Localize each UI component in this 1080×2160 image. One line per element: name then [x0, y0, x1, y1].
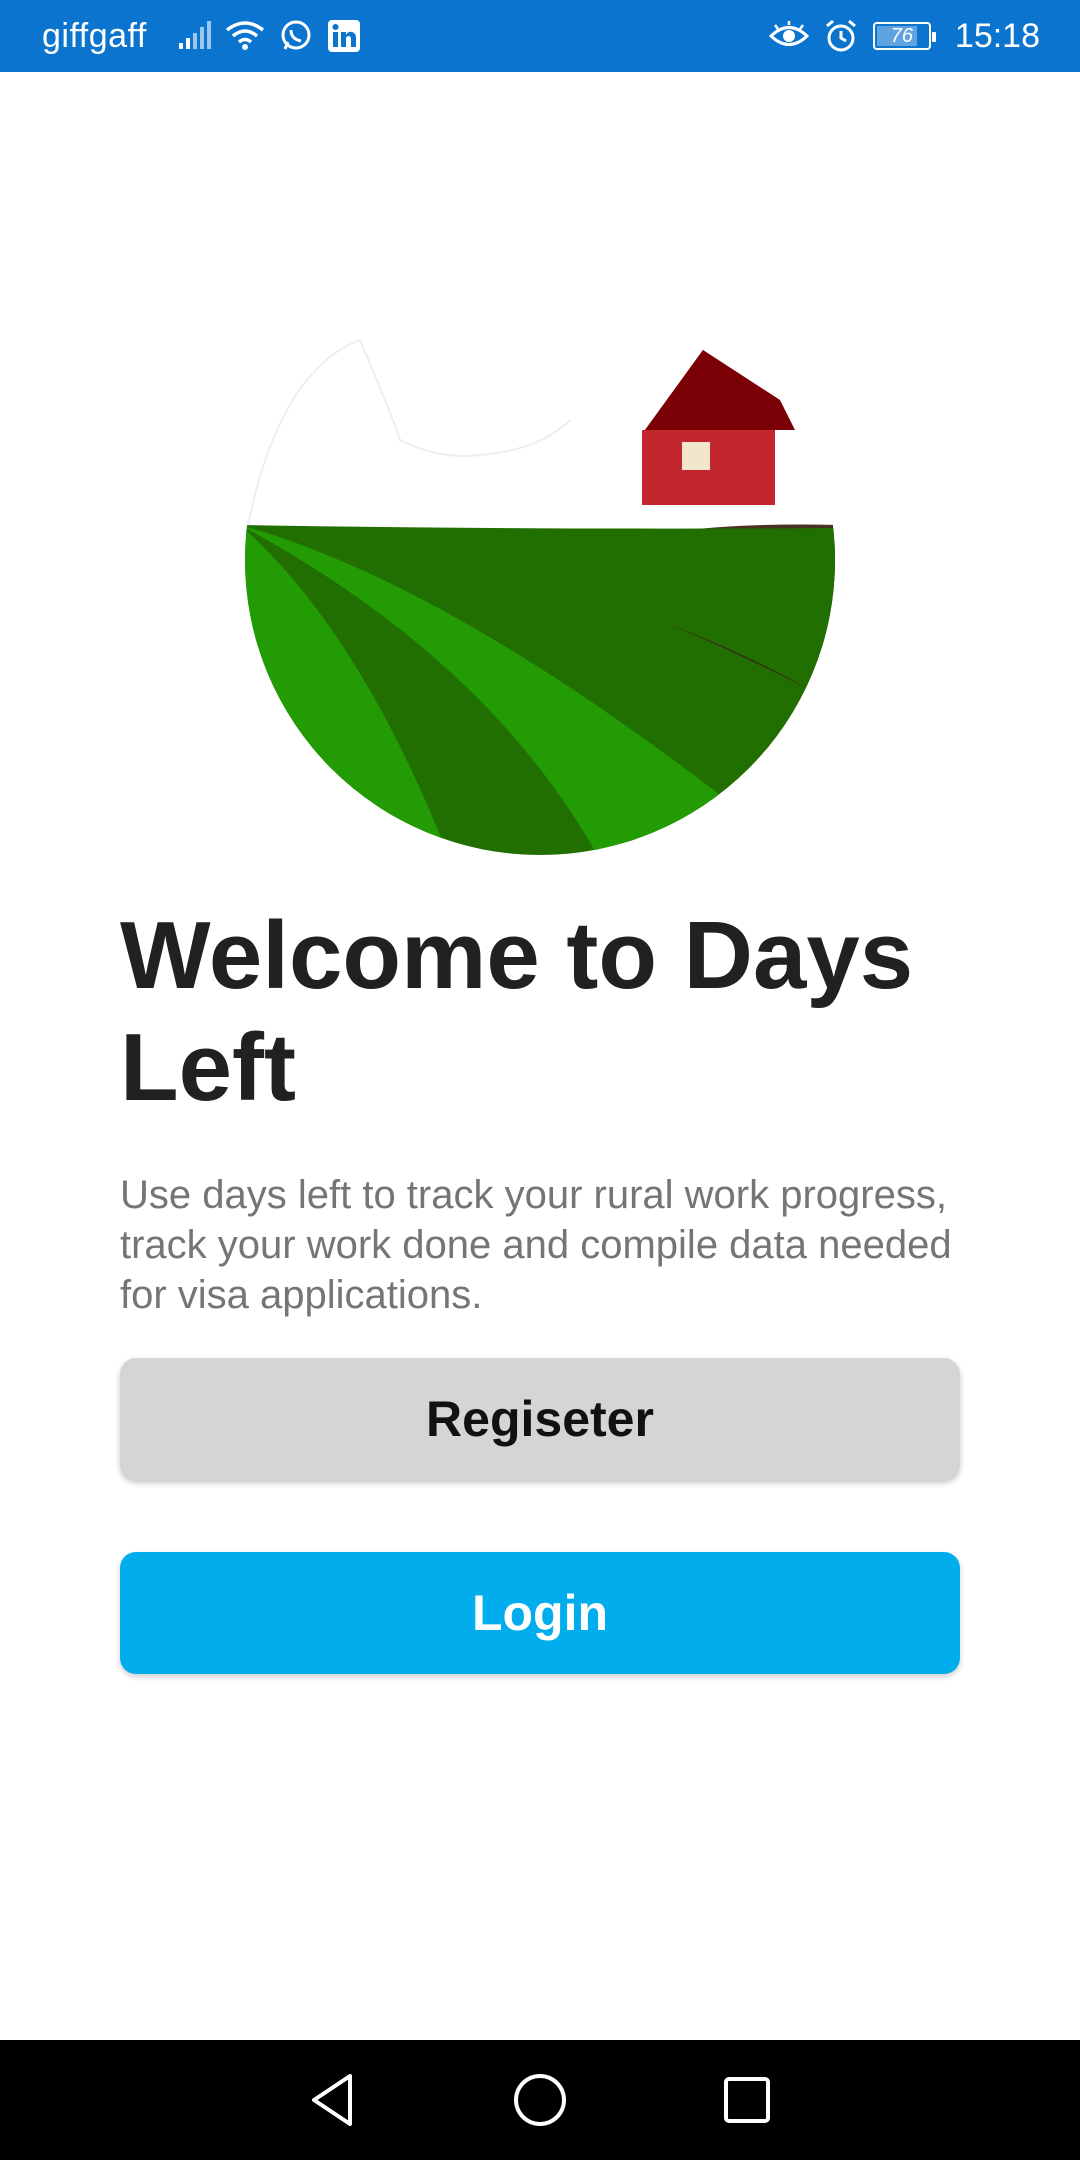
carrier-name: giffgaff	[42, 16, 147, 55]
farm-illustration	[240, 330, 840, 860]
eye-icon	[768, 21, 809, 51]
recents-icon[interactable]	[707, 2060, 787, 2140]
battery-icon: 76	[872, 22, 936, 50]
linkedin-icon	[327, 19, 361, 53]
signal-icon	[177, 21, 211, 51]
welcome-screen: giffgaff 76 15:18 Welcome to Days Left U…	[0, 0, 1080, 2160]
wifi-icon	[225, 20, 265, 52]
status-left: giffgaff	[42, 17, 361, 56]
back-icon[interactable]	[293, 2060, 373, 2140]
alarm-icon	[823, 18, 859, 54]
page-title: Welcome to Days Left	[120, 902, 914, 1121]
whatsapp-icon	[279, 19, 313, 53]
login-button[interactable]: Login	[120, 1552, 960, 1674]
navigation-bar	[0, 2040, 1080, 2160]
home-icon[interactable]	[500, 2060, 580, 2140]
battery-level: 76	[890, 24, 914, 47]
register-button[interactable]: Regiseter	[120, 1358, 960, 1480]
clock: 15:18	[954, 16, 1040, 55]
status-right: 76 15:18	[768, 16, 1040, 56]
status-bar: giffgaff 76 15:18	[0, 0, 1080, 72]
page-description: Use days left to track your rural work p…	[120, 1173, 952, 1317]
